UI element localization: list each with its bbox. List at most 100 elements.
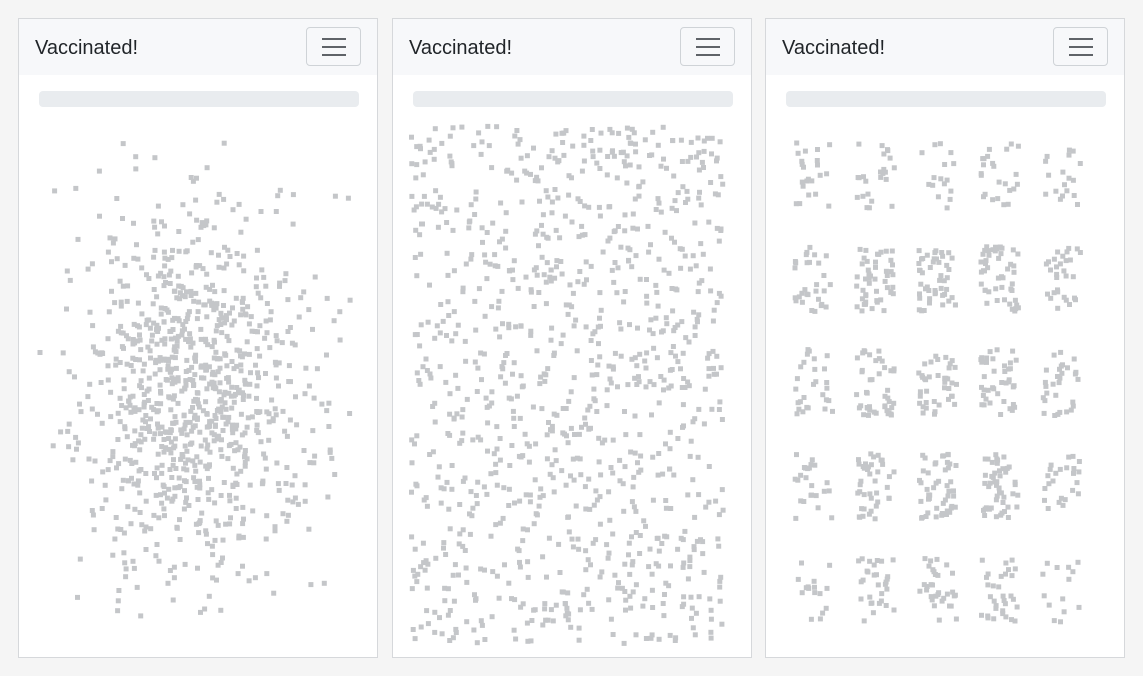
person-dot (541, 272, 547, 278)
person-dot (206, 475, 211, 481)
person-dot (192, 412, 198, 418)
person-dot (597, 521, 603, 527)
person-dot (879, 591, 885, 597)
person-dot (948, 150, 954, 156)
person-dot (422, 159, 428, 165)
person-dot (276, 383, 281, 389)
person-dot (622, 464, 628, 470)
person-dot (183, 336, 189, 342)
person-dot (280, 408, 286, 414)
person-dot (298, 295, 304, 301)
person-dot (553, 227, 559, 233)
person-dot (936, 617, 942, 623)
person-dot (560, 140, 566, 145)
person-dot (290, 192, 296, 198)
person-dot (86, 456, 92, 462)
person-dot (473, 327, 479, 333)
person-dot (557, 235, 563, 241)
person-dot (159, 444, 165, 449)
person-dot (155, 408, 161, 414)
person-dot (77, 401, 82, 407)
person-dot (510, 371, 515, 377)
person-dot (273, 209, 279, 214)
person-dot (170, 317, 176, 323)
person-dot (347, 411, 353, 416)
person-dot (243, 312, 249, 318)
person-dot (324, 352, 329, 358)
person-dot (73, 185, 79, 191)
person-dot (171, 575, 177, 581)
person-dot (476, 130, 482, 136)
person-dot (469, 252, 475, 258)
person-dot (126, 398, 132, 404)
person-dot (135, 482, 141, 488)
person-dot (718, 365, 724, 371)
person-dot (120, 283, 126, 289)
person-dot (649, 632, 655, 638)
person-dot (692, 324, 698, 330)
person-dot (981, 387, 987, 393)
person-dot (238, 312, 244, 318)
person-dot (234, 471, 240, 477)
person-dot (574, 348, 580, 354)
person-dot (100, 469, 106, 475)
person-dot (409, 534, 415, 540)
person-dot (422, 567, 428, 573)
person-dot (125, 336, 131, 342)
person-dot (666, 583, 672, 589)
person-dot (480, 239, 485, 245)
person-dot (409, 161, 415, 167)
person-dot (476, 286, 482, 292)
person-dot (1063, 258, 1069, 264)
person-dot (1040, 395, 1046, 401)
person-dot (254, 247, 260, 253)
person-dot (700, 539, 706, 545)
person-dot (520, 601, 526, 607)
person-dot (617, 320, 623, 326)
person-dot (468, 202, 474, 208)
person-dot (310, 326, 315, 332)
person-dot (940, 302, 946, 308)
person-dot (1071, 466, 1077, 471)
person-dot (827, 142, 833, 148)
person-dot (204, 218, 210, 224)
person-dot (815, 162, 820, 168)
person-dot (992, 470, 998, 476)
person-dot (510, 408, 516, 414)
person-dot (283, 271, 289, 277)
person-dot (542, 601, 548, 607)
person-dot (457, 440, 463, 446)
person-dot (143, 322, 149, 328)
person-dot (273, 362, 279, 368)
person-dot (158, 390, 164, 396)
person-dot (436, 464, 442, 470)
person-dot (73, 434, 79, 440)
person-dot (667, 632, 673, 638)
person-dot (597, 290, 603, 296)
person-dot (887, 155, 893, 161)
person-dot (927, 300, 932, 306)
person-dot (234, 251, 240, 256)
person-dot (951, 488, 956, 494)
person-dot (633, 253, 639, 259)
person-dot (520, 383, 526, 389)
person-dot (253, 362, 258, 368)
person-dot (980, 251, 986, 257)
person-dot (854, 274, 860, 280)
person-dot (798, 472, 804, 478)
person-dot (535, 178, 541, 184)
person-dot (162, 490, 167, 496)
person-dot (622, 289, 628, 294)
person-dot (866, 280, 872, 286)
person-dot (474, 501, 480, 507)
person-dot (138, 432, 144, 438)
person-dot (303, 365, 309, 371)
person-dot (199, 375, 204, 381)
person-dot (122, 424, 128, 430)
person-dot (872, 276, 878, 282)
person-dot (669, 205, 675, 211)
person-dot (615, 384, 620, 390)
person-dot (564, 605, 570, 611)
person-dot (152, 371, 158, 377)
person-dot (636, 379, 642, 385)
